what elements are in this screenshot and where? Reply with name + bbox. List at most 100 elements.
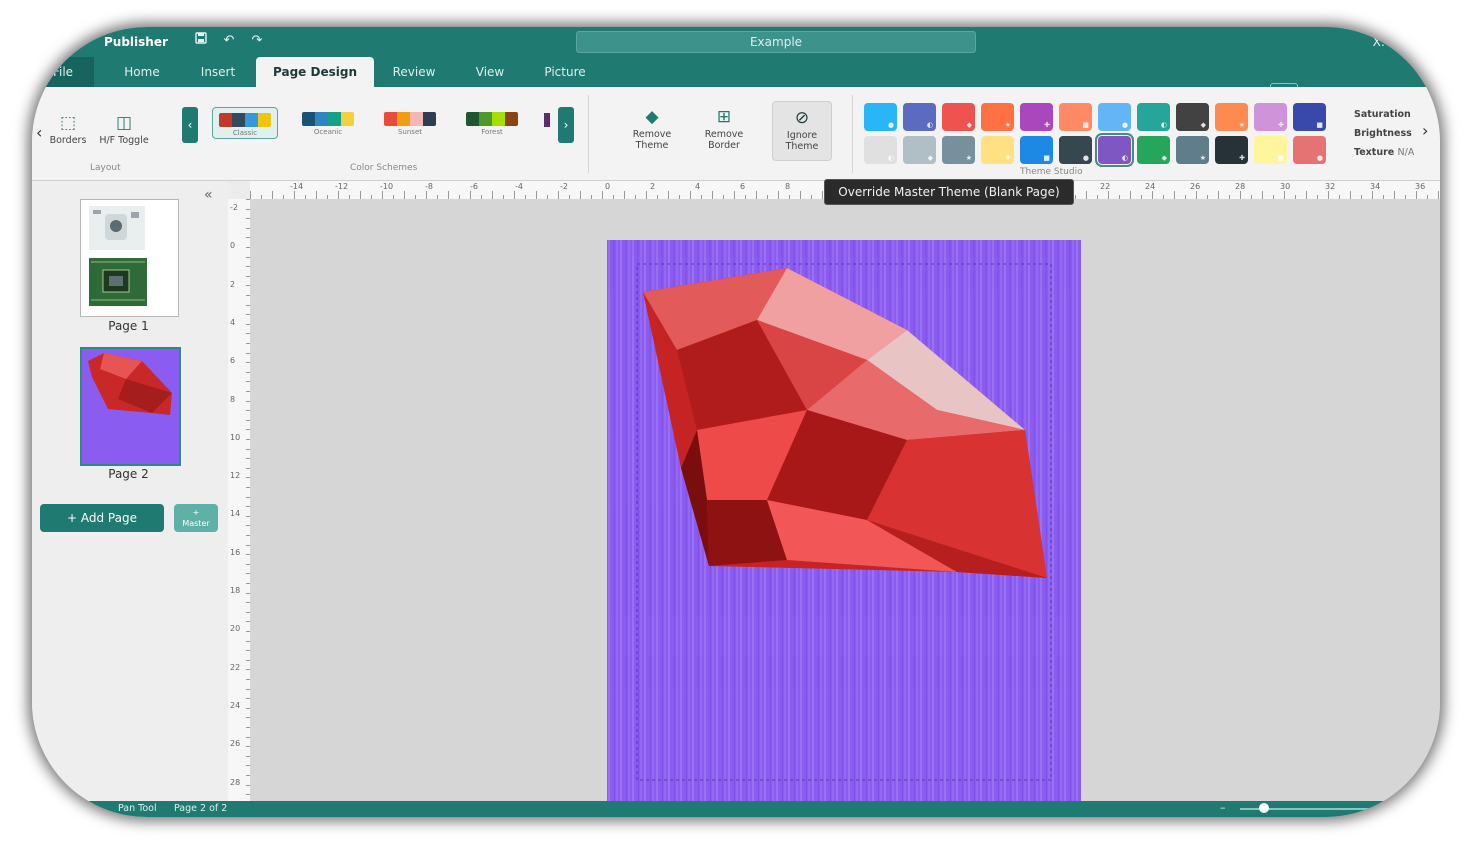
borders-button[interactable]: ⬚ Borders [46, 113, 90, 146]
document-title[interactable]: Example [576, 31, 976, 53]
theme-swatch[interactable]: ★ [1215, 103, 1248, 131]
swatch-marker-icon: ■ [1316, 121, 1323, 129]
theme-swatch[interactable]: ★ [981, 103, 1014, 131]
swatch-marker-icon: ◆ [927, 154, 933, 162]
swatch-marker-icon: ◆ [966, 121, 972, 129]
ruler-tick [492, 191, 493, 199]
swatch-marker-icon: ✚ [1044, 121, 1050, 129]
theme-swatch[interactable]: ✚ [1215, 136, 1248, 164]
theme-swatch[interactable]: ■ [1020, 136, 1053, 164]
ruler-tick [1262, 191, 1263, 199]
ribbon-scroll-left-icon[interactable]: ‹ [36, 123, 42, 142]
cursor-coordinates: X: 79 [1372, 35, 1404, 49]
plus-icon: + [67, 511, 81, 525]
ruler-tick [1284, 191, 1285, 199]
ruler-tick [448, 191, 449, 199]
theme-swatch[interactable]: ✚ [1254, 103, 1287, 131]
add-page-button[interactable]: + Add Page [40, 504, 164, 532]
scheme-overflow-hint [544, 113, 550, 127]
theme-swatch[interactable]: ◐ [1095, 133, 1134, 167]
ruler-tick [624, 191, 625, 199]
hf-toggle-button[interactable]: ◫ H/F Toggle [94, 113, 154, 146]
theme-swatch[interactable]: ✚ [981, 136, 1014, 164]
scheme-oceanic-swatch [302, 112, 354, 126]
ruler-tick [800, 191, 801, 199]
ruler-tick [1196, 191, 1197, 199]
ruler-tick [1350, 191, 1351, 199]
tab-file[interactable]: File [32, 57, 94, 87]
theme-swatch[interactable]: ● [864, 103, 897, 131]
undo-icon[interactable]: ↶ [220, 32, 238, 50]
pages-panel: « Page 1 Page 2 + Add Page + Master [32, 181, 229, 801]
collapse-panel-icon[interactable]: « [204, 187, 213, 203]
page-thumbnail-1[interactable] [80, 199, 179, 317]
remove-border-button[interactable]: ⊞ Remove Border [696, 107, 752, 151]
ruler-tick [470, 191, 471, 199]
page-2-preview [82, 349, 179, 464]
tab-review[interactable]: Review [384, 57, 444, 87]
theme-swatch[interactable]: ◐ [1137, 103, 1170, 131]
scheme-forest[interactable]: Forest [460, 107, 524, 137]
theme-swatch[interactable]: ● [1059, 136, 1092, 164]
ruler-tick [712, 191, 713, 199]
ruler-tick-label: -2 [560, 182, 568, 191]
theme-swatch[interactable]: ◆ [903, 136, 936, 164]
ruler-corner [228, 181, 250, 199]
page-thumbnail-2[interactable] [80, 347, 181, 466]
zoom-slider-handle[interactable] [1259, 803, 1269, 813]
ribbon-scroll-right-icon[interactable]: › [1422, 121, 1428, 140]
page-2-canvas[interactable] [607, 240, 1081, 805]
tab-page-design[interactable]: Page Design [256, 57, 374, 87]
scheme-sunset[interactable]: Sunset [378, 107, 442, 137]
theme-swatch[interactable]: ● [1098, 103, 1131, 131]
tab-home[interactable]: Home [112, 57, 172, 87]
ruler-tick [1328, 191, 1329, 199]
status-bar: Pan Tool Page 2 of 2 – [32, 801, 1440, 817]
theme-swatch[interactable]: ■ [1254, 136, 1287, 164]
swatch-marker-icon: ★ [965, 154, 972, 162]
save-icon[interactable] [192, 32, 210, 50]
ruler-tick [734, 191, 735, 199]
ruler-tick [426, 191, 427, 199]
redo-icon[interactable]: ↷ [248, 32, 266, 50]
tab-picture[interactable]: Picture [534, 57, 596, 87]
ruler-tick-label: 24 [230, 700, 241, 710]
zoom-out-icon[interactable]: – [1220, 801, 1226, 814]
theme-swatch[interactable]: ◆ [1137, 136, 1170, 164]
theme-swatch[interactable]: ★ [942, 136, 975, 164]
ruler-tick-label: 2 [230, 279, 236, 289]
tab-insert[interactable]: Insert [188, 57, 248, 87]
schemes-next-button[interactable]: › [558, 107, 574, 143]
swatch-marker-icon: ■ [1043, 154, 1050, 162]
ruler-tick-label: 8 [230, 394, 236, 404]
ruler-tick-label: -6 [470, 182, 478, 191]
remove-theme-button[interactable]: ◆ Remove Theme [624, 107, 680, 151]
tab-view[interactable]: View [460, 57, 520, 87]
add-master-button[interactable]: + Master [174, 504, 218, 532]
theme-swatch[interactable]: ■ [1293, 103, 1326, 131]
ruler-tick [316, 191, 317, 199]
ribbon-page-design: ‹ ⬚ Borders ◫ H/F Toggle Layout ‹ Classi… [32, 87, 1440, 181]
theme-swatch[interactable]: ◐ [903, 103, 936, 131]
theme-swatch[interactable]: ◆ [1176, 103, 1209, 131]
ruler-tick [1394, 191, 1395, 199]
ruler-tick-label: 30 [1280, 182, 1291, 191]
ruler-tick [822, 191, 823, 199]
theme-swatch[interactable]: ◐ [864, 136, 897, 164]
theme-swatch[interactable]: ● [1293, 136, 1326, 164]
swatch-marker-icon: ★ [1004, 121, 1011, 129]
ruler-tick [272, 191, 273, 199]
theme-swatch[interactable]: ■ [1059, 103, 1092, 131]
scheme-classic[interactable]: Classic [212, 107, 278, 139]
scheme-oceanic[interactable]: Oceanic [296, 107, 360, 137]
schemes-prev-button[interactable]: ‹ [182, 107, 198, 143]
design-canvas[interactable] [250, 199, 1440, 805]
theme-swatch[interactable]: ✚ [1020, 103, 1053, 131]
status-tool: Pan Tool [118, 803, 157, 814]
ruler-tick-label: 12 [230, 471, 241, 481]
theme-swatch[interactable]: ◆ [942, 103, 975, 131]
hf-toggle-icon: ◫ [115, 113, 133, 133]
ignore-theme-button[interactable]: ⊘ Ignore Theme [772, 101, 832, 161]
theme-swatch[interactable]: ★ [1176, 136, 1209, 164]
ribbon-tabs: File Home Insert Page Design Review View… [32, 57, 1440, 111]
